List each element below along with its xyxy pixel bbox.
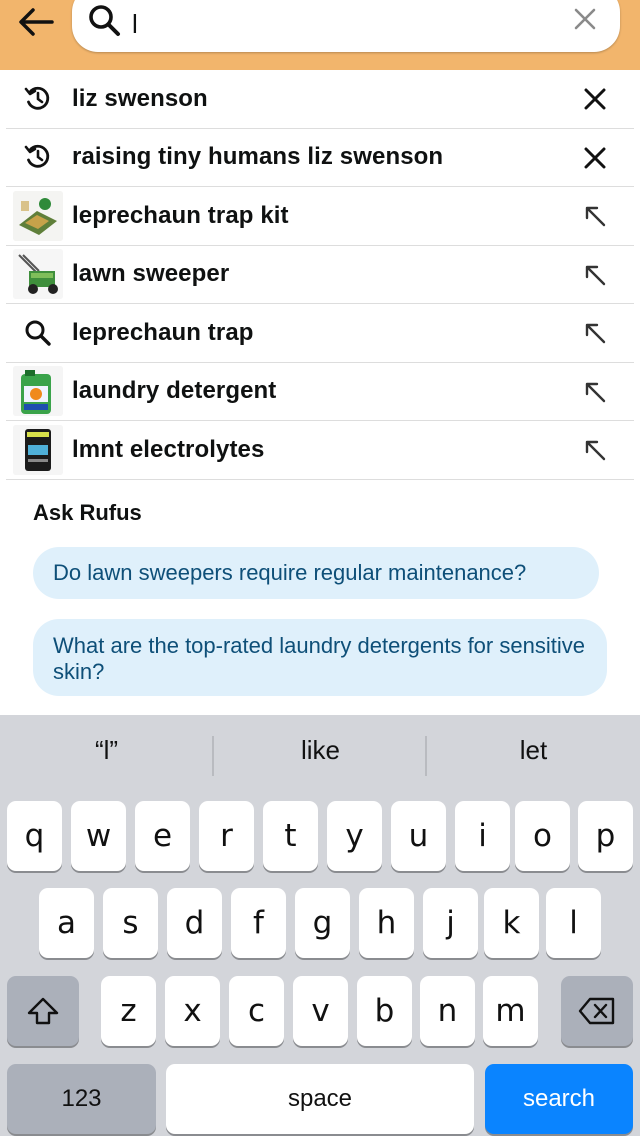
suggestion-row[interactable]: raising tiny humans liz swenson bbox=[6, 129, 634, 187]
suggestion-label: liz swenson bbox=[72, 84, 208, 112]
key-c[interactable]: c bbox=[229, 976, 284, 1046]
key-e[interactable]: e bbox=[135, 801, 190, 871]
remove-icon[interactable] bbox=[580, 84, 610, 114]
predictive-text-bar: “l” like let bbox=[0, 715, 640, 797]
prediction-item[interactable]: let bbox=[427, 735, 640, 766]
remove-icon[interactable] bbox=[580, 143, 610, 173]
suggestion-label: lmnt electrolytes bbox=[72, 435, 265, 463]
key-v[interactable]: v bbox=[293, 976, 348, 1046]
suggestion-label: laundry detergent bbox=[72, 377, 277, 405]
fill-query-arrow-icon[interactable] bbox=[580, 260, 610, 290]
suggestion-label: lawn sweeper bbox=[72, 260, 230, 288]
back-arrow-icon[interactable] bbox=[14, 2, 58, 42]
key-r[interactable]: r bbox=[199, 801, 254, 871]
numbers-key[interactable]: 123 bbox=[7, 1064, 156, 1134]
suggestion-row[interactable]: lmnt electrolytes bbox=[6, 421, 634, 480]
clear-icon[interactable] bbox=[572, 6, 598, 37]
fill-query-arrow-icon[interactable] bbox=[580, 201, 610, 231]
key-t[interactable]: t bbox=[263, 801, 318, 871]
prediction-item[interactable]: “l” bbox=[0, 735, 213, 766]
prediction-item[interactable]: like bbox=[214, 735, 427, 766]
suggestion-label: raising tiny humans liz swenson bbox=[72, 143, 444, 171]
key-h[interactable]: h bbox=[359, 888, 414, 958]
product-thumbnail bbox=[8, 365, 68, 417]
backspace-icon bbox=[578, 997, 615, 1025]
key-i[interactable]: i bbox=[455, 801, 510, 871]
backspace-key[interactable] bbox=[561, 976, 633, 1046]
key-n[interactable]: n bbox=[420, 976, 475, 1046]
search-key[interactable]: search bbox=[485, 1064, 633, 1134]
key-s[interactable]: s bbox=[103, 888, 158, 958]
history-icon bbox=[8, 73, 68, 125]
suggestion-row[interactable]: leprechaun trap kit bbox=[6, 187, 634, 246]
rufus-question-pill[interactable]: Do lawn sweepers require regular mainten… bbox=[33, 547, 599, 599]
on-screen-keyboard: “l” like let q w e r t y u i o p a s d f… bbox=[0, 715, 640, 1136]
key-m[interactable]: m bbox=[483, 976, 538, 1046]
key-w[interactable]: w bbox=[71, 801, 126, 871]
suggestion-row[interactable]: leprechaun trap bbox=[6, 304, 634, 363]
history-icon bbox=[8, 131, 68, 183]
key-y[interactable]: y bbox=[327, 801, 382, 871]
search-input[interactable] bbox=[132, 4, 532, 44]
key-q[interactable]: q bbox=[7, 801, 62, 871]
suggestion-row[interactable]: laundry detergent bbox=[6, 363, 634, 421]
key-o[interactable]: o bbox=[515, 801, 570, 871]
shift-icon bbox=[27, 997, 59, 1025]
fill-query-arrow-icon[interactable] bbox=[580, 435, 610, 465]
key-g[interactable]: g bbox=[295, 888, 350, 958]
product-thumbnail bbox=[8, 190, 68, 242]
fill-query-arrow-icon[interactable] bbox=[580, 318, 610, 348]
key-b[interactable]: b bbox=[357, 976, 412, 1046]
search-icon bbox=[88, 4, 122, 43]
key-k[interactable]: k bbox=[484, 888, 539, 958]
key-z[interactable]: z bbox=[101, 976, 156, 1046]
key-d[interactable]: d bbox=[167, 888, 222, 958]
search-header bbox=[0, 0, 640, 70]
rufus-heading: Ask Rufus bbox=[33, 500, 142, 525]
rufus-question-pill[interactable]: What are the top-rated laundry detergent… bbox=[33, 619, 607, 696]
suggestion-label: leprechaun trap bbox=[72, 318, 254, 346]
suggestion-label: leprechaun trap kit bbox=[72, 201, 289, 229]
key-a[interactable]: a bbox=[39, 888, 94, 958]
search-icon bbox=[8, 307, 68, 359]
key-l[interactable]: l bbox=[546, 888, 601, 958]
product-thumbnail bbox=[8, 248, 68, 300]
fill-query-arrow-icon[interactable] bbox=[580, 377, 610, 407]
key-u[interactable]: u bbox=[391, 801, 446, 871]
key-x[interactable]: x bbox=[165, 976, 220, 1046]
product-thumbnail bbox=[8, 424, 68, 476]
space-key[interactable]: space bbox=[166, 1064, 474, 1134]
suggestion-list: liz swenson raising tiny humans liz swen… bbox=[6, 70, 634, 480]
key-f[interactable]: f bbox=[231, 888, 286, 958]
suggestion-row[interactable]: liz swenson bbox=[6, 70, 634, 129]
suggestion-row[interactable]: lawn sweeper bbox=[6, 246, 634, 304]
search-box[interactable] bbox=[72, 0, 620, 52]
key-j[interactable]: j bbox=[423, 888, 478, 958]
key-p[interactable]: p bbox=[578, 801, 633, 871]
shift-key[interactable] bbox=[7, 976, 79, 1046]
